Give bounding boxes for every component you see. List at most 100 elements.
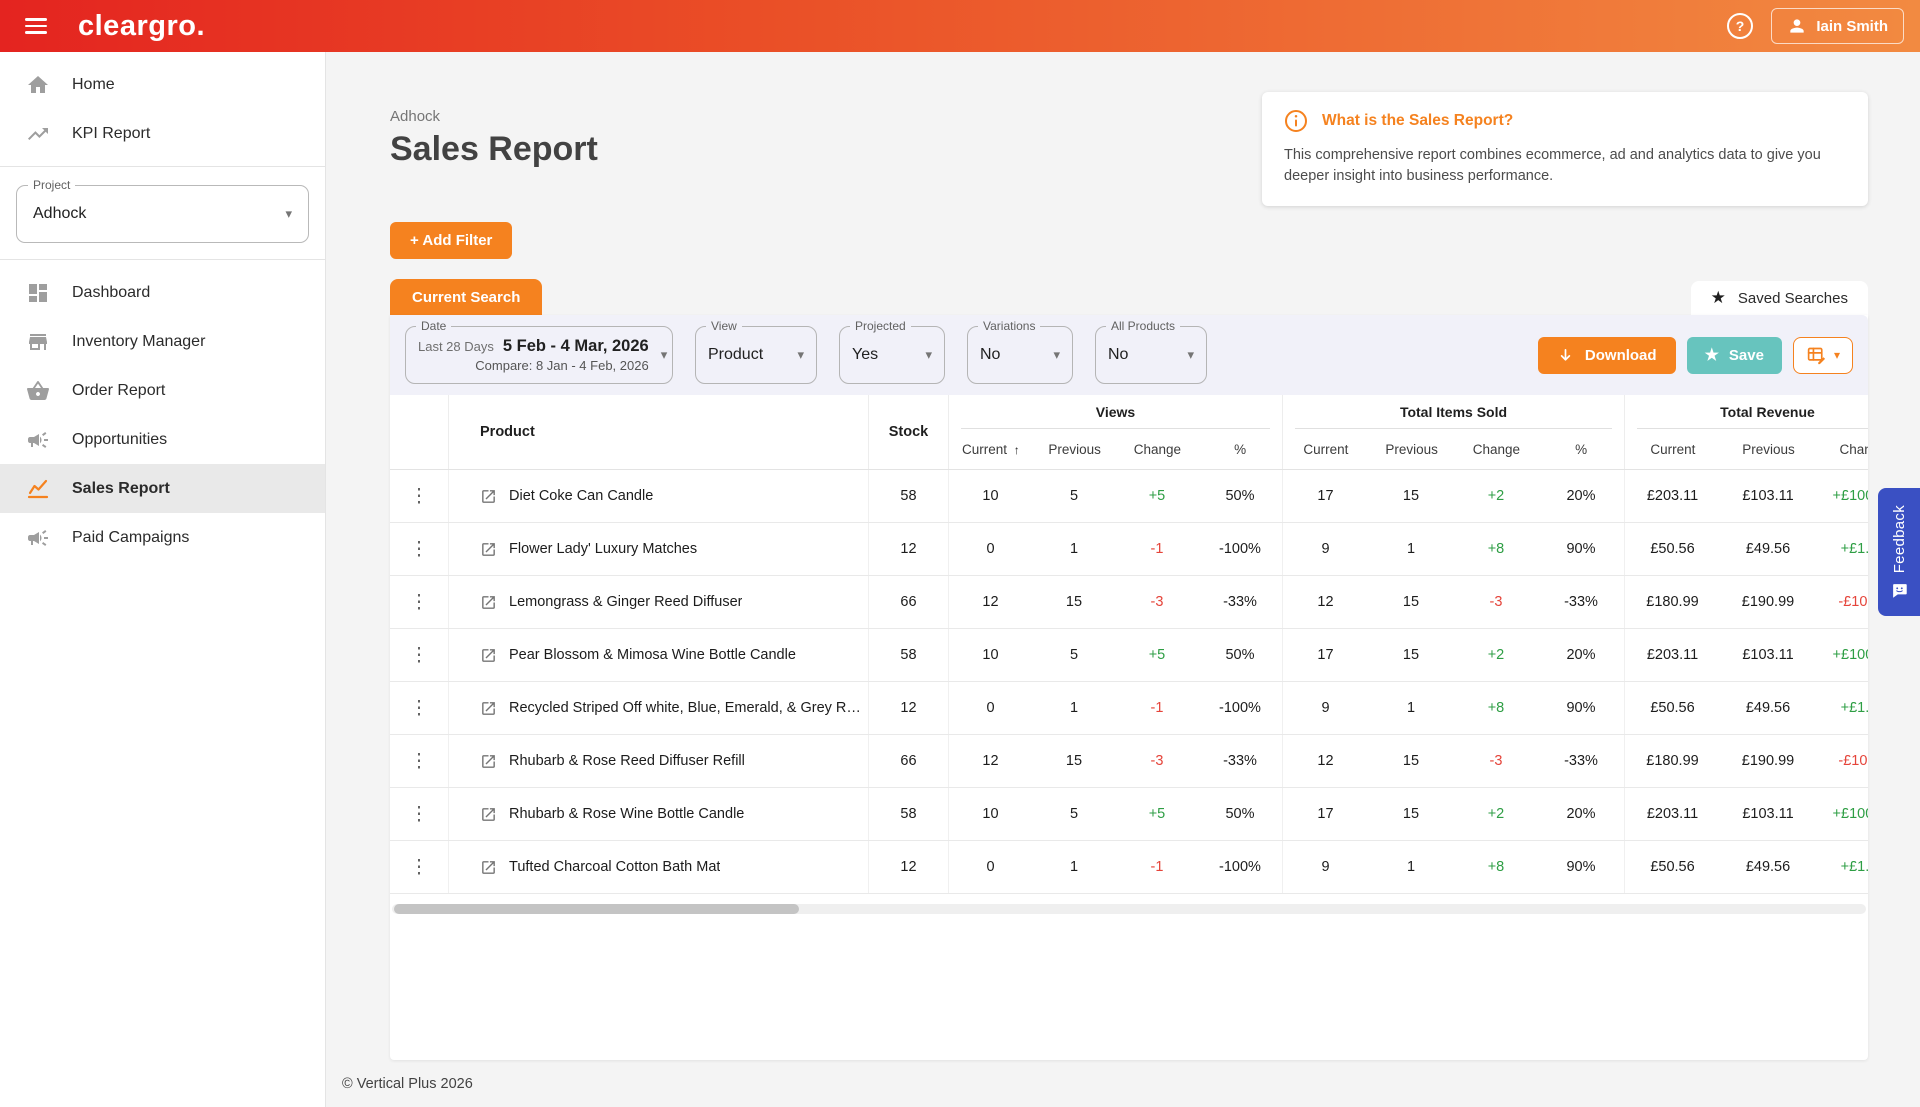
menu-icon[interactable] [16,6,56,46]
product-name[interactable]: Tufted Charcoal Cotton Bath Mat [509,859,720,875]
feedback-button[interactable]: Feedback [1878,488,1920,616]
product-name[interactable]: Lemongrass & Ginger Reed Diffuser [509,594,742,610]
open-product-icon[interactable] [480,594,497,611]
sold-percent: 20% [1538,788,1624,840]
views-change: -1 [1116,682,1198,734]
variations-filter[interactable]: Variations No ▾ [967,326,1073,384]
column-group-revenue: Total Revenue Current Previous Change [1624,395,1868,469]
row-menu-button[interactable]: ⋮ [390,576,448,628]
product-name[interactable]: Pear Blossom & Mimosa Wine Bottle Candle [509,647,796,663]
views-previous: 1 [1032,682,1116,734]
column-header-revenue-current[interactable]: Current [1625,442,1721,457]
product-name[interactable]: Recycled Striped Off white, Blue, Emeral… [509,700,868,716]
views-current: 12 [948,735,1032,787]
column-header-sold-change[interactable]: Change [1455,442,1539,457]
kebab-icon: ⋮ [410,752,429,771]
sold-change: -3 [1454,735,1538,787]
help-icon[interactable]: ? [1725,11,1755,41]
all-products-filter[interactable]: All Products No ▾ [1095,326,1207,384]
revenue-change: -£10.00 [1816,576,1868,628]
row-menu-button[interactable]: ⋮ [390,682,448,734]
column-header-sold-percent[interactable]: % [1538,442,1624,457]
views-change: +5 [1116,788,1198,840]
add-filter-button[interactable]: + Add Filter [390,222,512,259]
column-header-revenue-previous[interactable]: Previous [1721,442,1817,457]
date-filter[interactable]: Date Last 28 Days 5 Feb - 4 Mar, 2026 Co… [405,326,673,384]
column-header-views-percent[interactable]: % [1198,442,1282,457]
revenue-current: £50.56 [1624,841,1720,893]
download-label: Download [1585,347,1657,364]
row-menu-button[interactable]: ⋮ [390,841,448,893]
row-menu-button[interactable]: ⋮ [390,629,448,681]
views-previous: 1 [1032,523,1116,575]
sold-previous: 15 [1368,629,1454,681]
download-button[interactable]: Download [1538,337,1676,374]
sidebar-item-kpi-report[interactable]: KPI Report [0,109,325,158]
column-header-views-current[interactable]: Current ↑ [949,442,1033,457]
sidebar-item-sales-report[interactable]: Sales Report [0,464,325,513]
open-product-icon[interactable] [480,700,497,717]
column-header-sold-previous[interactable]: Previous [1369,442,1455,457]
stock-value: 58 [868,470,948,522]
project-select[interactable]: Project Adhock ▾ [16,185,309,243]
sold-percent: 20% [1538,629,1624,681]
row-menu-button[interactable]: ⋮ [390,523,448,575]
stock-value: 66 [868,735,948,787]
edit-columns-button[interactable]: ▾ [1793,337,1853,374]
column-header-stock[interactable]: Stock [868,395,948,469]
revenue-change: +£1.00 [1816,841,1868,893]
views-previous: 5 [1032,788,1116,840]
open-product-icon[interactable] [480,647,497,664]
sidebar-item-home[interactable]: Home [0,60,325,109]
scrollbar-thumb[interactable] [394,904,799,914]
product-name[interactable]: Diet Coke Can Candle [509,488,653,504]
download-icon [1557,347,1574,364]
product-name[interactable]: Rhubarb & Rose Reed Diffuser Refill [509,753,745,769]
user-menu-button[interactable]: Iain Smith [1771,8,1904,44]
column-header-sold-current[interactable]: Current [1283,442,1369,457]
top-bar: cleargro. ? Iain Smith [0,0,1920,52]
projected-filter[interactable]: Projected Yes ▾ [839,326,945,384]
save-button[interactable]: ★ Save [1687,337,1782,374]
sidebar-item-dashboard[interactable]: Dashboard [0,268,325,317]
product-name[interactable]: Rhubarb & Rose Wine Bottle Candle [509,806,744,822]
sidebar-item-order-report[interactable]: Order Report [0,366,325,415]
column-header-product[interactable]: Product [448,395,868,469]
open-product-icon[interactable] [480,753,497,770]
row-menu-button[interactable]: ⋮ [390,735,448,787]
open-product-icon[interactable] [480,541,497,558]
tab-current-search[interactable]: Current Search [390,279,542,315]
feedback-label: Feedback [1891,505,1908,573]
sidebar-item-paid-campaigns[interactable]: Paid Campaigns [0,513,325,562]
column-header-revenue-change[interactable]: Change [1816,442,1868,457]
views-change: -3 [1116,735,1198,787]
views-change: -3 [1116,576,1198,628]
sold-previous: 1 [1368,523,1454,575]
row-menu-button[interactable]: ⋮ [390,470,448,522]
all-products-filter-label: All Products [1106,319,1180,333]
sidebar-item-inventory-manager[interactable]: Inventory Manager [0,317,325,366]
view-filter[interactable]: View Product ▾ [695,326,817,384]
stock-value: 66 [868,576,948,628]
column-header-views-change[interactable]: Change [1117,442,1199,457]
sold-percent: -33% [1538,576,1624,628]
sold-percent: -33% [1538,735,1624,787]
horizontal-scrollbar[interactable] [392,904,1866,914]
product-cell: Flower Lady' Luxury Matches [448,523,868,575]
chevron-down-icon: ▾ [1187,347,1194,363]
open-product-icon[interactable] [480,806,497,823]
view-filter-label: View [706,319,742,333]
chevron-down-icon: ▾ [285,206,292,222]
views-percent: 50% [1198,788,1282,840]
sidebar-item-opportunities[interactable]: Opportunities [0,415,325,464]
group-label-items-sold: Total Items Sold [1283,404,1624,420]
product-name[interactable]: Flower Lady' Luxury Matches [509,541,697,557]
open-product-icon[interactable] [480,488,497,505]
stock-value: 58 [868,629,948,681]
saved-searches-button[interactable]: ★ Saved Searches [1691,281,1868,315]
stock-value: 58 [868,788,948,840]
sold-percent: 90% [1538,841,1624,893]
column-header-views-previous[interactable]: Previous [1033,442,1117,457]
open-product-icon[interactable] [480,859,497,876]
row-menu-button[interactable]: ⋮ [390,788,448,840]
